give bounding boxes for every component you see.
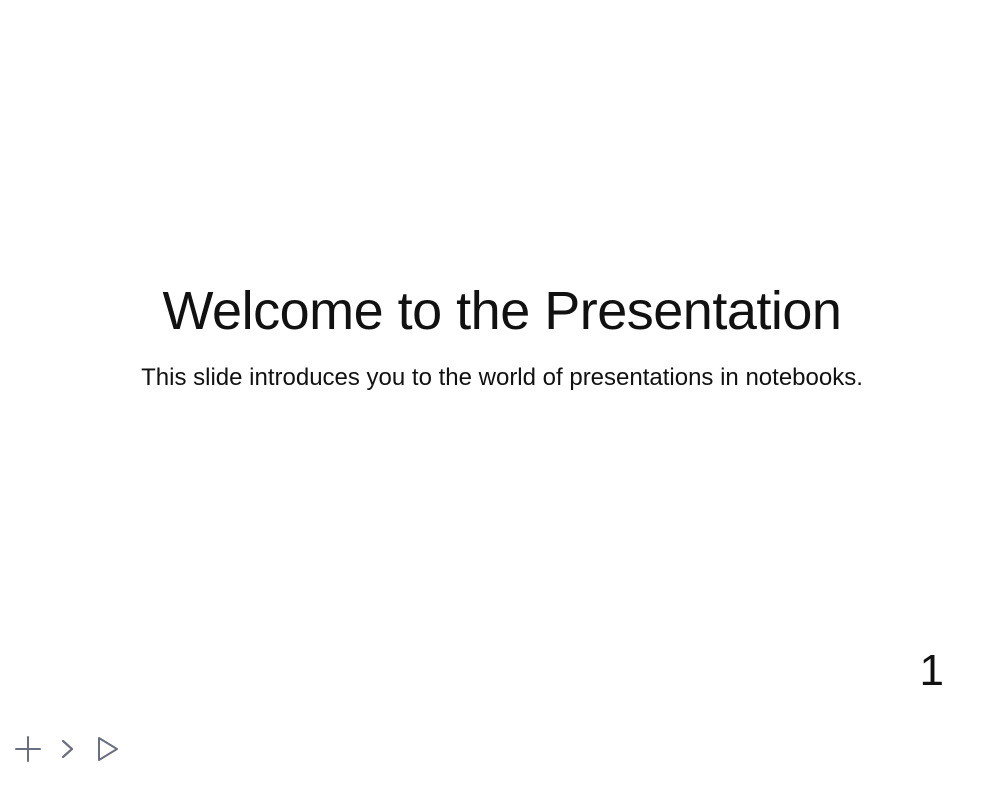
slide-number: 1 (919, 646, 944, 695)
add-slide-button[interactable] (12, 733, 44, 765)
play-icon (94, 734, 122, 764)
presentation-controls (12, 733, 124, 765)
plus-icon (13, 734, 43, 764)
next-slide-button[interactable] (52, 733, 84, 765)
chevron-right-icon (57, 736, 79, 762)
slide-title: Welcome to the Presentation (162, 281, 842, 341)
slide-subtitle: This slide introduces you to the world o… (141, 364, 863, 391)
play-button[interactable] (92, 733, 124, 765)
slide-canvas: Welcome to the Presentation This slide i… (0, 0, 1004, 796)
